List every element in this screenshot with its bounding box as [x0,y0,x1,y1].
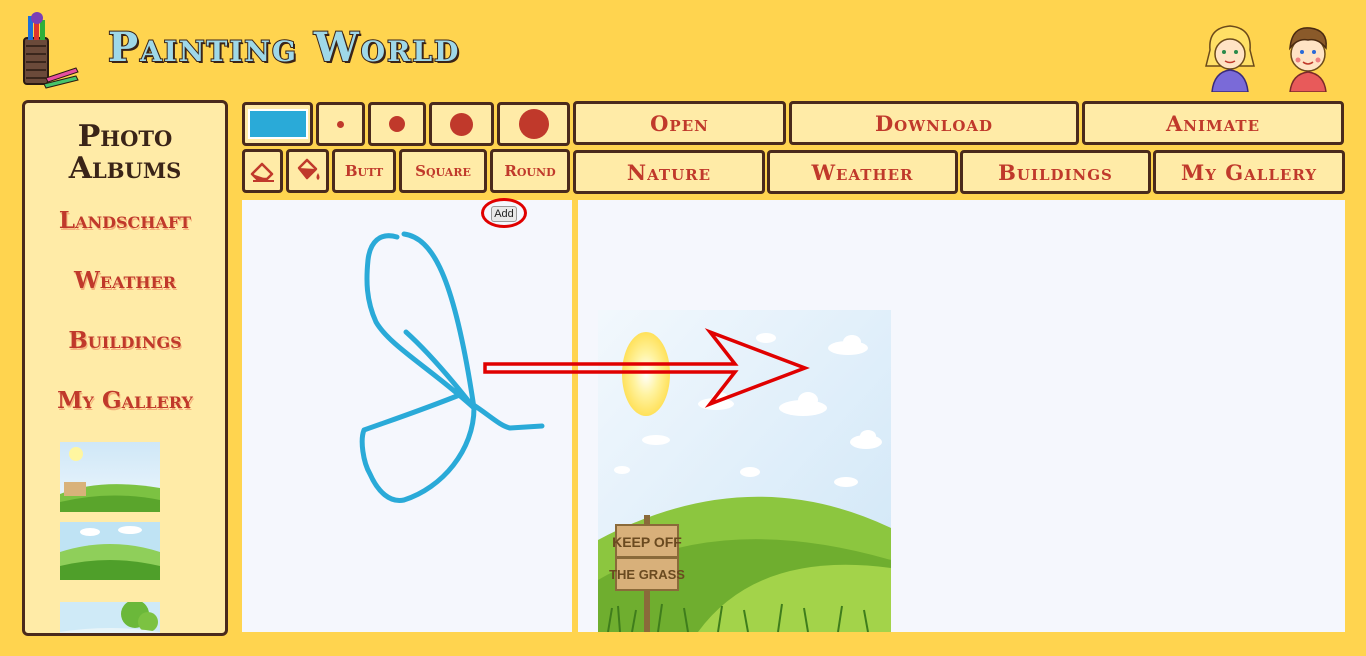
sign-line-2: THE GRASS [609,567,685,582]
category-my-gallery-button[interactable]: My Gallery [1153,150,1345,194]
drawing-canvas[interactable] [242,200,572,632]
color-picker-button[interactable] [242,102,313,146]
sidebar-heading: Photo Albums [68,119,182,186]
animate-button[interactable]: Animate [1082,101,1344,145]
album-link-my-gallery[interactable]: My Gallery [25,387,225,414]
photo-albums-sidebar: Photo Albums Landschaft Weather Building… [22,100,228,636]
preview-image-keep-off-grass[interactable]: KEEP OFF THE GRASS [598,310,891,632]
current-color-swatch [247,109,308,139]
line-cap-butt-label: Butt [344,162,384,180]
preview-scene-graphic: KEEP OFF THE GRASS [598,310,891,632]
album-link-buildings[interactable]: Buildings [25,327,225,354]
brush-size-xs-button[interactable] [316,102,365,146]
brush-size-s-button[interactable] [368,102,426,146]
brush-size-s-dot-icon [389,116,405,132]
pencil-cup-logo-icon [23,12,79,89]
album-thumbnail-grass[interactable] [60,442,160,512]
category-weather-button[interactable]: Weather [767,150,958,194]
album-thumbnail-hills[interactable] [60,522,160,580]
brush-size-m-button[interactable] [429,102,494,146]
line-cap-square-label: Square [415,162,471,180]
boy-avatar-icon [1289,27,1327,92]
album-thumbnail-tree[interactable] [60,602,160,636]
brush-size-m-dot-icon [450,112,473,136]
add-frame-button[interactable]: Add [491,206,517,222]
girl-avatar-icon [1205,25,1255,92]
line-cap-butt-button[interactable]: Butt [332,149,396,193]
category-buildings-button[interactable]: Buildings [960,150,1151,194]
category-nature-button[interactable]: Nature [573,150,765,194]
sign-line-1: KEEP OFF [612,534,682,550]
eraser-button[interactable] [242,149,283,193]
line-cap-round-button[interactable]: Round [490,149,570,193]
open-button[interactable]: Open [573,101,786,145]
app-title: Painting World [107,23,461,72]
eraser-icon [250,162,274,182]
line-cap-square-button[interactable]: Square [399,149,487,193]
brush-size-l-button[interactable] [497,102,570,146]
fill-bucket-button[interactable] [286,149,329,193]
line-cap-round-label: Round [504,162,556,180]
drawn-stroke [359,231,545,503]
brush-size-l-dot-icon [518,109,549,139]
fill-bucket-icon [297,158,319,180]
album-link-weather[interactable]: Weather [25,267,225,294]
album-link-landschaft[interactable]: Landschaft [25,207,225,234]
download-button[interactable]: Download [789,101,1079,145]
brush-size-xs-dot-icon [337,120,344,128]
